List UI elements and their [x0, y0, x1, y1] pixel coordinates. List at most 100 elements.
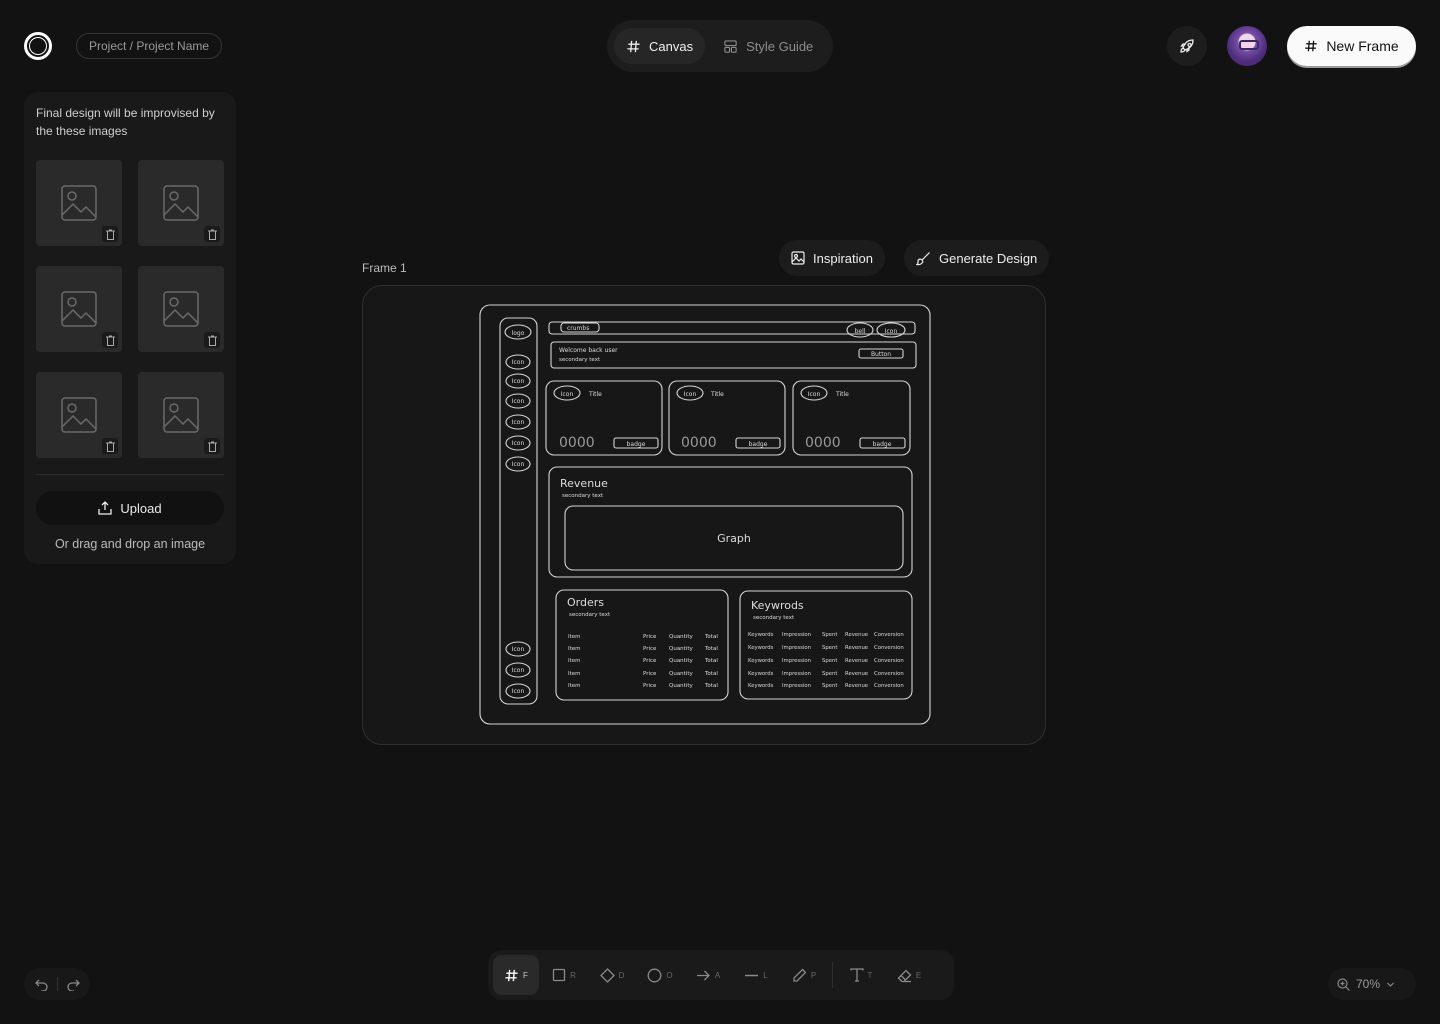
zoom-in-icon: [1337, 977, 1350, 991]
delete-image-button[interactable]: [102, 226, 118, 242]
tool-ellipse[interactable]: O: [637, 955, 683, 995]
redo-icon[interactable]: [66, 978, 80, 991]
delete-image-button[interactable]: [102, 438, 118, 454]
text-icon: [849, 968, 864, 982]
sketch-icon-label: Icon: [512, 667, 525, 674]
sketch-keywords-cell: Revenue: [845, 683, 868, 689]
sketch-keywords-cell: Impression: [782, 683, 811, 689]
sketch-icon-label: Icon: [512, 398, 525, 405]
sketch-orders-cell: Quantity: [669, 671, 694, 677]
tool-frame[interactable]: F: [493, 955, 539, 995]
sketch-keywords-cell: Keywords: [748, 632, 774, 638]
tab-canvas[interactable]: Canvas: [614, 28, 706, 64]
tool-arrow[interactable]: A: [685, 955, 731, 995]
sketch-icon-label: Icon: [512, 440, 525, 447]
user-avatar[interactable]: [1227, 26, 1267, 66]
new-frame-button[interactable]: New Frame: [1287, 26, 1416, 66]
zoom-control[interactable]: 70%: [1328, 968, 1416, 1000]
project-breadcrumb[interactable]: Project / Project Name: [76, 33, 223, 59]
sketch-keywords-cell: Spent: [822, 671, 837, 677]
trash-icon: [105, 229, 115, 240]
history-divider: [56, 977, 58, 991]
image-thumbnail[interactable]: [36, 372, 122, 458]
tool-diamond[interactable]: D: [589, 955, 635, 995]
upload-button[interactable]: Upload: [36, 491, 224, 525]
sketch-orders-cell: Quantity: [669, 683, 694, 689]
new-frame-label: New Frame: [1326, 38, 1399, 54]
sketch-keywords-cell: Revenue: [845, 658, 868, 664]
sketch-keywords-cell: Keywords: [748, 671, 774, 677]
sketch-badge: badge: [873, 441, 892, 448]
frame-label[interactable]: Frame 1: [362, 261, 407, 275]
ellipse-icon: [647, 968, 662, 982]
sketch-icon-label: Icon: [512, 646, 525, 653]
tab-style-guide[interactable]: Style Guide: [711, 28, 825, 64]
sketch-orders-cell: Total: [704, 671, 718, 677]
chevron-down-icon: [1387, 982, 1394, 987]
eraser-icon: [897, 969, 912, 982]
sketch-card-title: Title: [835, 391, 849, 398]
delete-image-button[interactable]: [204, 332, 220, 348]
image-placeholder-icon: [61, 291, 97, 327]
image-grid: [36, 160, 224, 458]
sketch-keywords-cell: Conversion: [874, 671, 904, 677]
image-thumbnail[interactable]: [138, 372, 224, 458]
sketch-button: Button: [871, 351, 891, 358]
sketch-keywords-cell: Conversion: [874, 683, 904, 689]
sketch-orders-cell: Item: [568, 634, 581, 640]
drawing-toolbar: F R D O A L P T E: [488, 950, 954, 1000]
image-thumbnail[interactable]: [36, 266, 122, 352]
sketch-keywords-cell: Spent: [822, 683, 837, 689]
sketch-orders-cell: Price: [643, 658, 657, 664]
generate-design-button[interactable]: Generate Design: [904, 240, 1050, 276]
inspiration-button[interactable]: Inspiration: [779, 240, 885, 276]
tool-pencil[interactable]: P: [781, 955, 827, 995]
sketch-icon-label: Icon: [684, 391, 697, 398]
launch-button[interactable]: [1167, 26, 1207, 66]
sketch-orders-cell: Total: [704, 646, 718, 652]
trash-icon: [207, 335, 217, 346]
image-thumbnail[interactable]: [138, 160, 224, 246]
sketch-keywords-cell: Revenue: [845, 671, 868, 677]
sketch-keywords-cell: Spent: [822, 645, 837, 651]
sketch-keywords-cell: Conversion: [874, 645, 904, 651]
sketch-icon-label: Icon: [512, 688, 525, 695]
image-placeholder-icon: [163, 291, 199, 327]
sketch-keywords-cell: Revenue: [845, 645, 868, 651]
line-icon: [745, 974, 759, 976]
drag-drop-hint: Or drag and drop an image: [54, 537, 206, 551]
delete-image-button[interactable]: [204, 438, 220, 454]
trash-icon: [207, 229, 217, 240]
sketch-bell: bell: [855, 328, 866, 335]
sketch-badge: badge: [749, 441, 768, 448]
zoom-level: 70%: [1356, 977, 1381, 991]
generate-design-label: Generate Design: [939, 250, 1038, 266]
sketch-orders-title: Orders: [567, 596, 604, 609]
sketch-orders-cell: Price: [643, 634, 657, 640]
tool-line[interactable]: L: [733, 955, 779, 995]
sketch-keywords-cell: Spent: [822, 632, 837, 638]
sketch-orders-cell: Item: [568, 671, 581, 677]
tool-rectangle[interactable]: R: [541, 955, 587, 995]
history-controls: [24, 968, 90, 1000]
image-thumbnail[interactable]: [36, 160, 122, 246]
app-logo[interactable]: [24, 32, 52, 60]
delete-image-button[interactable]: [102, 332, 118, 348]
sketch-orders-cell: Quantity: [669, 658, 694, 664]
sketch-secondary: secondary text: [562, 493, 604, 499]
sketch-orders-cell: Item: [568, 658, 581, 664]
inspiration-label: Inspiration: [813, 250, 873, 266]
sketch-secondary: secondary text: [559, 357, 601, 363]
delete-image-button[interactable]: [204, 226, 220, 242]
tab-canvas-label: Canvas: [649, 38, 694, 54]
panel-divider: [36, 474, 224, 475]
tool-text[interactable]: T: [838, 955, 884, 995]
undo-icon[interactable]: [34, 978, 48, 991]
upload-label: Upload: [120, 500, 162, 516]
frame-1-canvas[interactable]: logo Icon Icon Icon Icon Icon Icon Icon …: [362, 285, 1046, 745]
tool-shortcut: L: [763, 970, 768, 980]
image-thumbnail[interactable]: [138, 266, 224, 352]
tool-eraser[interactable]: E: [886, 955, 932, 995]
sketch-graph: Graph: [717, 532, 751, 545]
sketch-card-value: 0000: [805, 435, 841, 451]
